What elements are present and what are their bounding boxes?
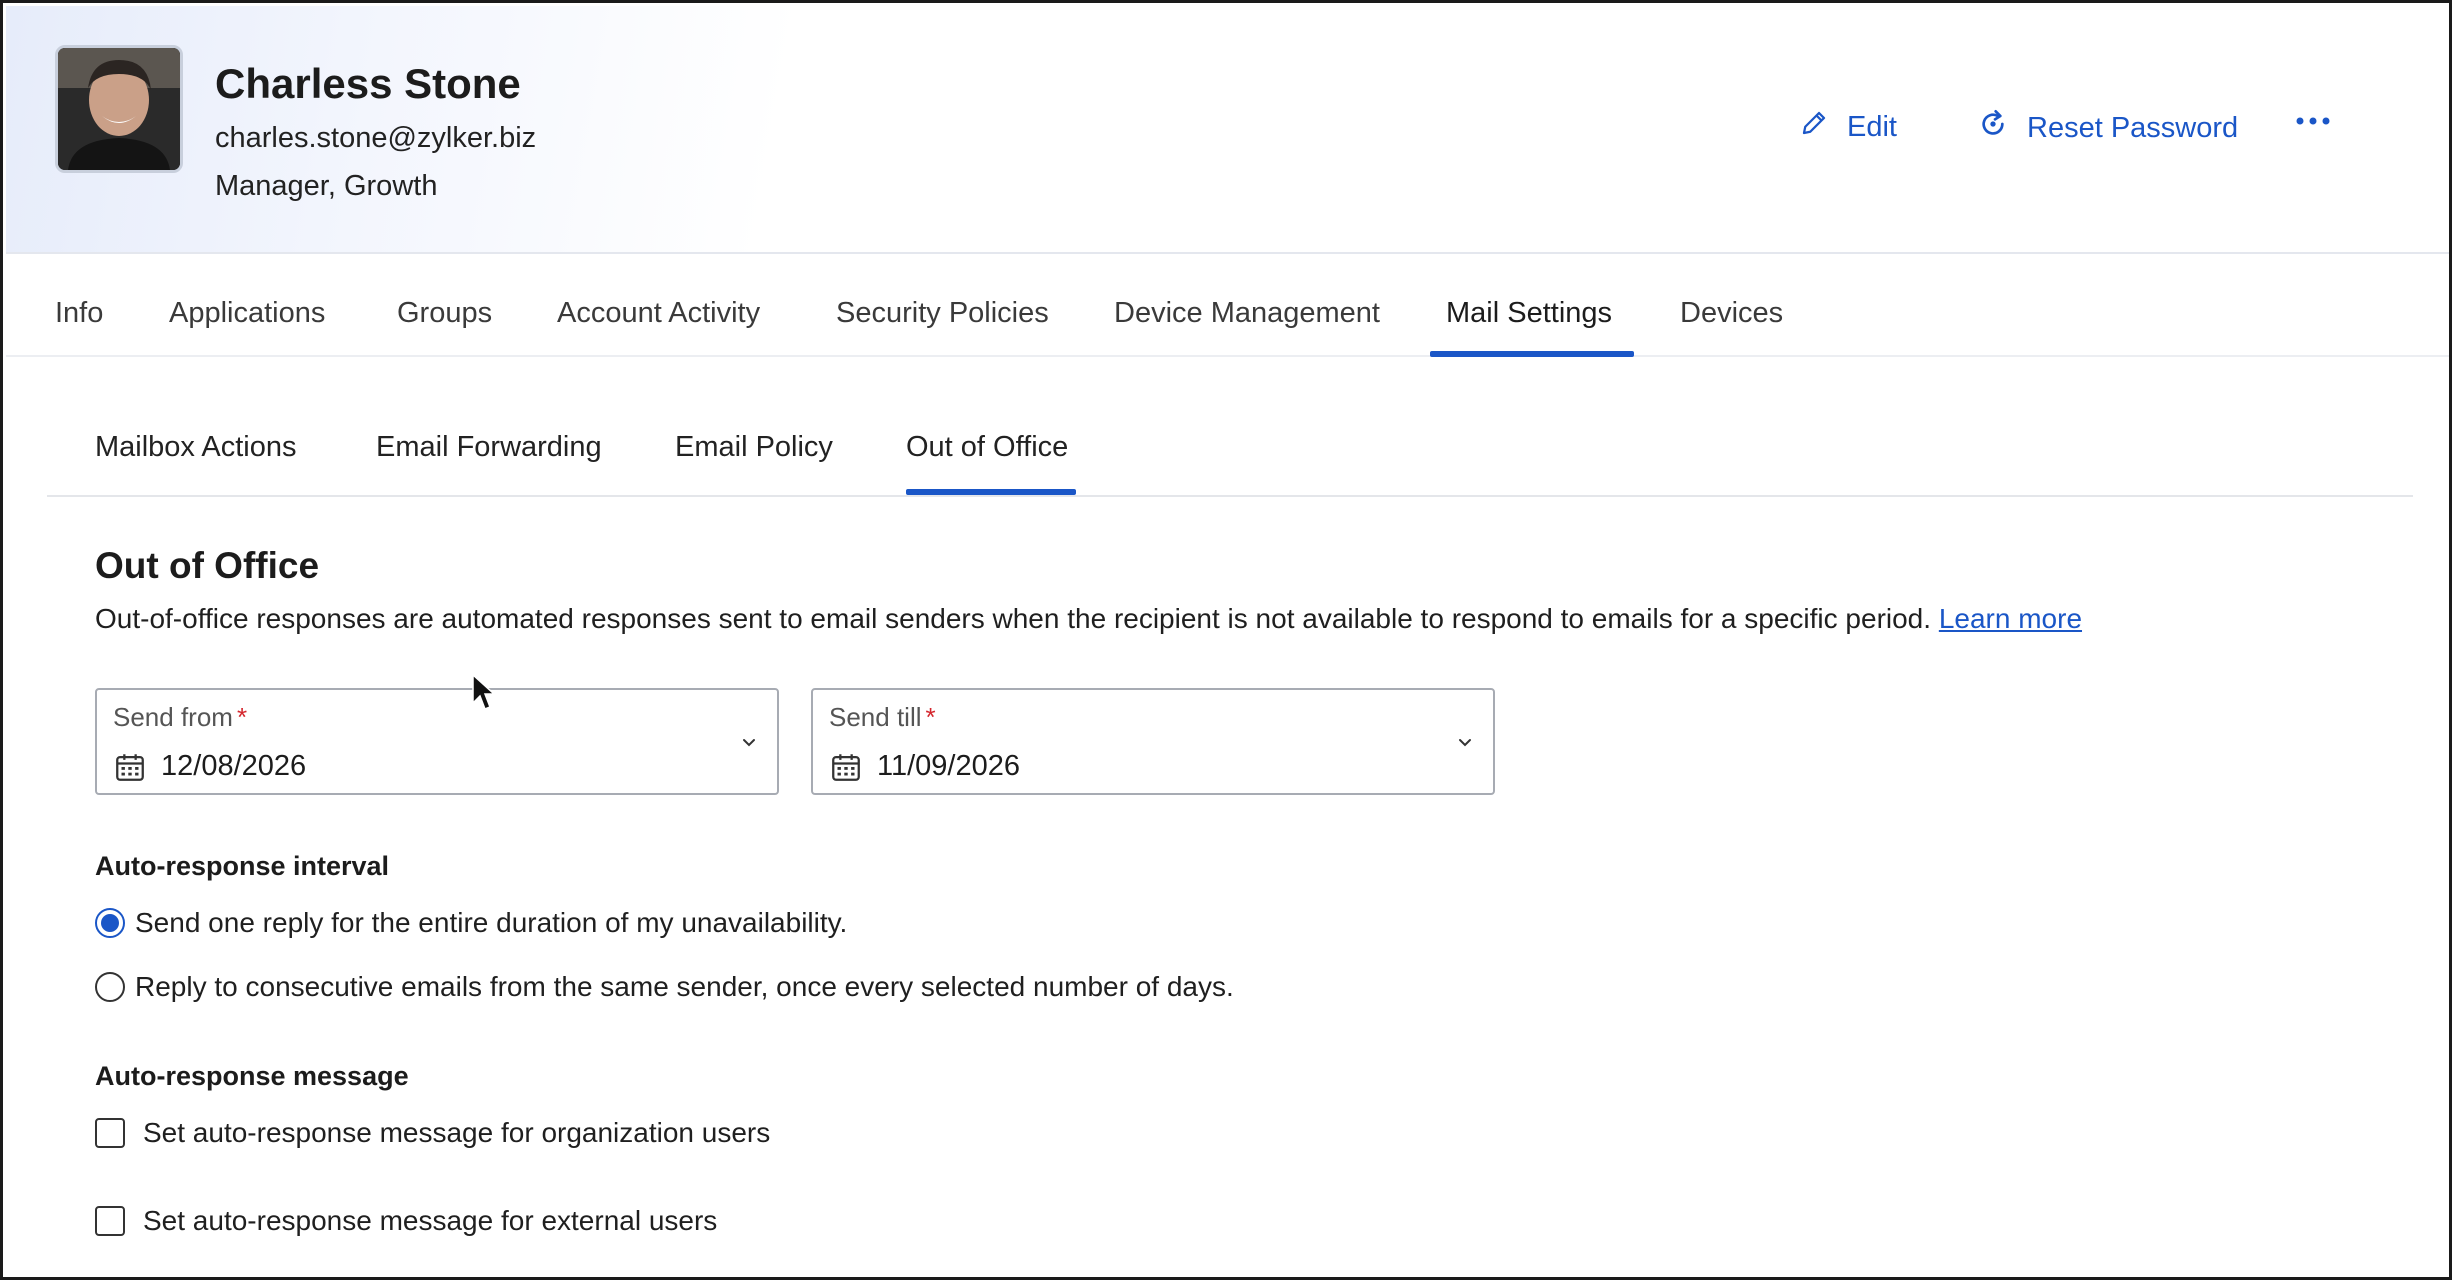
subtab-out-of-office[interactable]: Out of Office <box>906 431 1068 464</box>
subtab-email-policy[interactable]: Email Policy <box>675 431 833 464</box>
tab-devices[interactable]: Devices <box>1680 297 1783 330</box>
interval-title: Auto-response interval <box>95 851 390 881</box>
send-till-label: Send till * <box>829 702 936 732</box>
section-title: Out of Office <box>95 545 320 586</box>
avatar <box>55 45 183 173</box>
tab-mail-settings[interactable]: Mail Settings <box>1446 297 1612 330</box>
calendar-icon <box>829 750 863 789</box>
send-from-label: Send from * <box>113 702 248 732</box>
pencil-icon <box>1799 108 1847 146</box>
tab-info[interactable]: Info <box>55 297 103 330</box>
profile-header: Charless Stone charles.stone@zylker.biz … <box>6 6 2449 254</box>
interval-option-label: Reply to consecutive emails from the sam… <box>135 971 1234 1002</box>
profile-name: Charless Stone <box>215 60 521 107</box>
profile-role: Manager, Growth <box>215 170 438 202</box>
message-title: Auto-response message <box>95 1061 409 1091</box>
chevron-down-icon <box>1455 732 1475 757</box>
active-tab-indicator <box>1430 351 1634 357</box>
send-till-value: 11/09/2026 <box>877 750 1020 782</box>
radio-selected[interactable] <box>95 908 125 938</box>
tab-security-policies[interactable]: Security Policies <box>836 297 1049 330</box>
send-from-value: 12/08/2026 <box>161 750 307 782</box>
subtab-email-forwarding[interactable]: Email Forwarding <box>376 431 602 464</box>
profile-email: charles.stone@zylker.biz <box>215 122 537 154</box>
main-tabs: Info Applications Groups Account Activit… <box>6 269 2449 357</box>
required-marker: * <box>236 702 248 732</box>
edit-button[interactable]: Edit <box>1799 108 1897 146</box>
mouse-cursor-icon <box>471 673 497 718</box>
more-icon[interactable] <box>2296 116 2348 126</box>
send-till-field[interactable]: Send till * 11/09/2026 <box>811 688 1495 795</box>
edit-label: Edit <box>1847 110 1897 143</box>
checkbox[interactable] <box>95 1206 125 1236</box>
reset-password-button[interactable]: Reset Password <box>1977 108 2238 148</box>
calendar-icon <box>113 750 147 789</box>
reset-password-label: Reset Password <box>2027 111 2239 144</box>
tab-groups[interactable]: Groups <box>397 297 492 330</box>
refresh-icon <box>1977 108 2027 148</box>
tab-device-management[interactable]: Device Management <box>1114 297 1380 330</box>
checkbox[interactable] <box>95 1118 125 1148</box>
required-marker: * <box>925 702 936 732</box>
section-description: Out-of-office responses are automated re… <box>95 603 2082 635</box>
tab-applications[interactable]: Applications <box>169 297 325 330</box>
interval-option-once[interactable]: Send one reply for the entire duration o… <box>95 907 847 939</box>
interval-option-consecutive[interactable]: Reply to consecutive emails from the sam… <box>95 971 1234 1003</box>
message-option-org-users[interactable]: Set auto-response message for organizati… <box>95 1117 770 1149</box>
mail-settings-subtabs: Mailbox Actions Email Forwarding Email P… <box>47 403 2413 497</box>
tab-account-activity[interactable]: Account Activity <box>557 297 760 330</box>
description-text: Out-of-office responses are automated re… <box>95 603 1932 634</box>
learn-more-link[interactable]: Learn more <box>1939 603 2082 634</box>
message-option-label: Set auto-response message for organizati… <box>143 1117 771 1148</box>
profile-dialog: Charless Stone charles.stone@zylker.biz … <box>0 0 2452 1280</box>
radio-unselected[interactable] <box>95 972 125 1002</box>
send-from-field[interactable]: Send from * 12/08/2026 <box>95 688 779 795</box>
active-subtab-indicator <box>906 489 1076 495</box>
chevron-down-icon <box>739 732 759 757</box>
interval-option-label: Send one reply for the entire duration o… <box>135 907 848 938</box>
message-option-external-users[interactable]: Set auto-response message for external u… <box>95 1205 717 1237</box>
subtab-mailbox-actions[interactable]: Mailbox Actions <box>95 431 297 464</box>
message-option-label: Set auto-response message for external u… <box>143 1205 718 1236</box>
